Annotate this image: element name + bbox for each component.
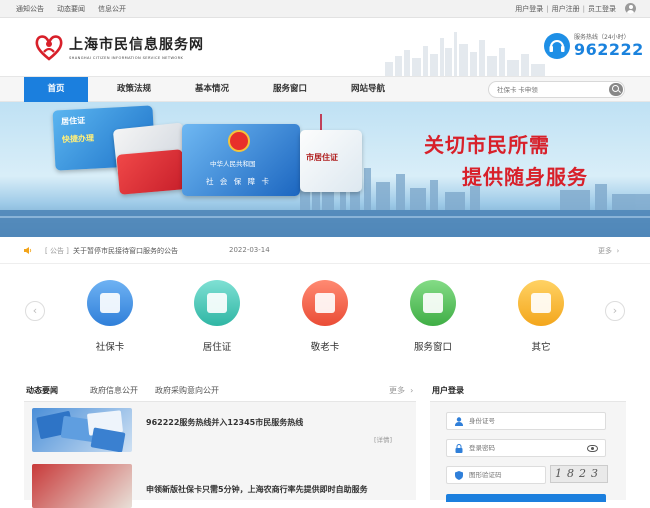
phone-icon [544,32,570,59]
shield-icon [455,471,463,480]
login-title: 用户登录 [432,386,464,395]
hotline-number: 962222 [574,40,644,59]
lock-icon [455,444,463,453]
speaker-icon [24,247,32,254]
search-input[interactable] [497,85,605,95]
news-thumbnail [32,408,132,452]
news-title[interactable]: 申领新版社保卡只需5分钟，上海农商行率先提供即时自助服务 [146,484,368,495]
service-other[interactable]: 其它 [506,280,576,353]
site-name-en: SHANGHAI CITIZEN INFORMATION SERVICE NET… [69,56,184,60]
password-field[interactable] [446,439,606,457]
user-avatar-icon[interactable] [625,3,636,14]
heart-logo-icon [34,32,64,62]
notice-tag: [ 公告 ] [45,247,69,255]
service-label: 服务窗口 [413,342,452,353]
separator: | [582,4,585,13]
chevron-right-icon: › [407,386,414,395]
notice-more-link[interactable]: 更多 › [598,246,619,256]
national-emblem-icon [228,130,250,152]
nav-item-home[interactable]: 首页 [24,77,88,102]
main-nav: 首页 政策法规 基本情况 服务窗口 网站导航 [0,76,650,102]
chevron-right-icon: › [614,247,620,255]
top-link-notices[interactable]: 通知公告 [16,4,44,14]
news-detail-link[interactable]: [详情] [374,434,392,444]
nav-item-site-map[interactable]: 网站导航 [336,77,400,102]
search-icon[interactable] [609,83,623,96]
tab-procurement[interactable]: 政府采购意向公开 [155,385,219,396]
chevron-left-icon: ‹ [32,304,38,317]
search-box [488,81,625,98]
service-social-security-card[interactable]: 社保卡 [75,280,145,353]
login-panel: 用户登录 1823 [430,378,626,502]
site-logo[interactable]: 上海市民信息服务网 SHANGHAI CITIZEN INFORMATION S… [34,32,204,62]
tab-gov-info[interactable]: 政府信息公开 [90,385,138,396]
service-label: 居住证 [202,342,232,353]
location-icon [410,280,456,326]
card-icon [87,280,133,326]
list-item[interactable]: 962222服务热线并入12345市民服务热线 [详情] [24,402,416,452]
nav-item-policies[interactable]: 政策法规 [102,77,166,102]
service-label: 社保卡 [95,342,125,353]
id-number-input[interactable] [469,417,579,426]
city-residence-card-image: 市居住证 [300,130,362,192]
show-password-eye-icon[interactable] [587,445,598,452]
news-list: 962222服务热线并入12345市民服务热线 [详情] 申领新版社保卡只需5分… [24,402,416,508]
grid-icon [518,280,564,326]
chevron-right-icon: › [612,304,618,317]
notice-bar: [ 公告 ] 关于暂停市民接待窗口服务的公告 2022-03-14 更多 › [0,237,650,264]
hero-banner[interactable]: 居住证 快捷办理 中华人民共和国 社 会 保 障 卡 市居住证 关切市民所需 提… [0,102,650,237]
senior-card-image [116,149,186,195]
carousel-prev-button[interactable]: ‹ [25,301,45,321]
captcha-image[interactable]: 1823 [550,465,608,483]
banner-slogan-line1: 关切市民所需 [424,133,550,157]
top-link-staff-login[interactable]: 员工登录 [588,4,616,14]
notice-more-label: 更多 [598,247,612,255]
separator: | [546,4,549,13]
news-section: 动态要闻 政府信息公开 政府采购意向公开 更多 › 962222服务热线并入12… [24,378,416,508]
captcha-input[interactable] [469,471,539,480]
news-title[interactable]: 962222服务热线并入12345市民服务热线 [146,417,303,428]
nav-item-basic-info[interactable]: 基本情况 [180,77,244,102]
news-more-label: 更多 [389,386,405,395]
login-button[interactable] [446,494,606,502]
list-item[interactable]: 申领新版社保卡只需5分钟，上海农商行率先提供即时自助服务 [24,458,416,508]
nav-item-service-window[interactable]: 服务窗口 [258,77,322,102]
top-link-user-register[interactable]: 用户注册 [552,4,580,14]
captcha-field[interactable] [446,466,546,484]
user-icon [455,417,463,426]
top-link-info-disclosure[interactable]: 信息公开 [98,4,126,14]
top-link-news[interactable]: 动态要闻 [57,4,85,14]
top-bar: 通知公告 动态要闻 信息公开 用户登录 | 用户注册 | 员工登录 [0,0,650,18]
hotline: 服务热线（24小时） 962222 [544,32,644,59]
service-label: 其它 [531,342,551,353]
news-thumbnail [32,464,132,508]
captcha-image-wrap: 1823 [548,465,608,484]
id-card-icon [194,280,240,326]
password-input[interactable] [469,444,579,453]
site-header: 上海市民信息服务网 SHANGHAI CITIZEN INFORMATION S… [0,18,650,76]
service-label: 敬老卡 [310,342,340,353]
skyline-decoration [385,32,545,76]
site-name: 上海市民信息服务网 [69,37,204,53]
service-window[interactable]: 服务窗口 [398,280,468,353]
services-carousel: ‹ › 社保卡 居住证 敬老卡 服务窗口 其它 [0,264,650,368]
id-number-field[interactable] [446,412,606,430]
notice-date: 2022-03-14 [229,246,270,254]
tab-news[interactable]: 动态要闻 [26,385,58,396]
service-senior-card[interactable]: 敬老卡 [290,280,360,353]
login-form: 1823 [430,402,626,502]
banner-slogan-line2: 提供随身服务 [462,165,588,189]
social-security-card-image: 中华人民共和国 社 会 保 障 卡 [182,124,300,196]
top-link-user-login[interactable]: 用户登录 [515,4,543,14]
service-residence-permit[interactable]: 居住证 [182,280,252,353]
notice-link[interactable]: 关于暂停市民接待窗口服务的公告 [73,246,178,256]
news-tabs: 动态要闻 政府信息公开 政府采购意向公开 更多 › [24,378,416,402]
news-more-link[interactable]: 更多 › [389,385,413,396]
carousel-next-button[interactable]: › [605,301,625,321]
senior-card-icon [302,280,348,326]
